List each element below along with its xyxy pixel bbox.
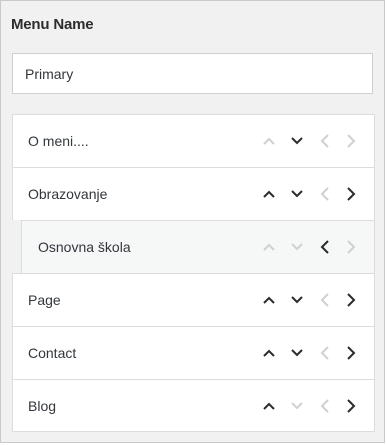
menu-item-label: O meni.... [28, 133, 89, 149]
move-in-icon[interactable] [340, 183, 362, 205]
move-down-icon[interactable] [286, 395, 308, 417]
menu-item[interactable]: Page [12, 273, 375, 326]
move-out-icon[interactable] [314, 130, 336, 152]
menu-item-label: Osnovna škola [38, 239, 131, 255]
move-out-icon[interactable] [314, 342, 336, 364]
move-up-icon[interactable] [258, 395, 280, 417]
move-down-icon[interactable] [286, 289, 308, 311]
move-up-icon[interactable] [258, 183, 280, 205]
move-down-icon[interactable] [286, 236, 308, 258]
menu-item-controls [234, 221, 374, 273]
menu-item-label: Contact [28, 345, 77, 361]
menu-item-controls [234, 274, 374, 326]
menu-item-label: Obrazovanje [28, 186, 108, 202]
menu-item-child[interactable]: Osnovna škola [21, 220, 375, 273]
menu-name-input[interactable] [12, 53, 373, 94]
move-out-icon[interactable] [314, 236, 336, 258]
menu-item-controls [234, 168, 374, 220]
move-in-icon[interactable] [340, 130, 362, 152]
move-down-icon[interactable] [286, 183, 308, 205]
menu-item[interactable]: Obrazovanje [12, 167, 375, 220]
menu-item-controls [234, 327, 374, 379]
move-out-icon[interactable] [314, 183, 336, 205]
menu-item[interactable]: Contact [12, 326, 375, 379]
menu-name-title: Menu Name [11, 16, 94, 33]
menu-item-label: Blog [28, 397, 57, 414]
menu-item[interactable]: O meni.... [12, 114, 375, 167]
move-in-icon[interactable] [340, 395, 362, 417]
menu-item-controls [234, 115, 374, 167]
move-up-icon[interactable] [258, 130, 280, 152]
move-up-icon[interactable] [258, 236, 280, 258]
move-up-icon[interactable] [258, 289, 280, 311]
move-in-icon[interactable] [340, 236, 362, 258]
menu-item-controls [234, 380, 374, 431]
move-down-icon[interactable] [286, 342, 308, 364]
move-out-icon[interactable] [314, 395, 336, 417]
menu-item-label: Page [28, 292, 61, 308]
move-out-icon[interactable] [314, 289, 336, 311]
menu-items-list: O meni.... Obrazovanje Osnovna škola Pag… [12, 114, 375, 432]
move-in-icon[interactable] [340, 342, 362, 364]
move-up-icon[interactable] [258, 342, 280, 364]
move-in-icon[interactable] [340, 289, 362, 311]
menu-settings-panel: Menu Name O meni.... Obrazovanje Os [0, 0, 385, 443]
move-down-icon[interactable] [286, 130, 308, 152]
menu-item[interactable]: Blog [12, 379, 375, 432]
